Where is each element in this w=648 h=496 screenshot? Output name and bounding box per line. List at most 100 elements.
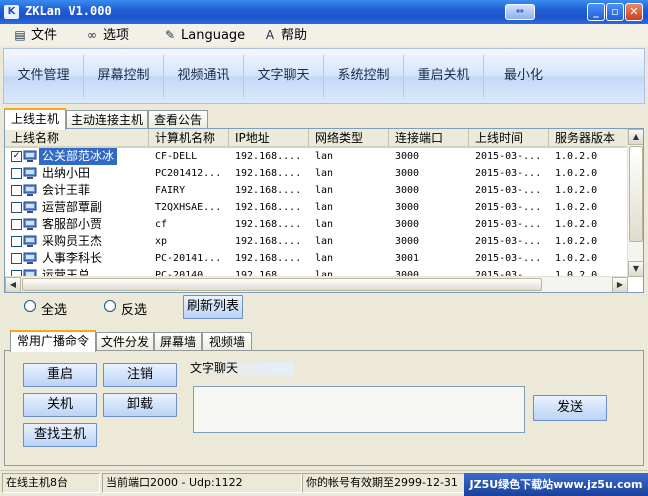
- tab-online-hosts[interactable]: 上线主机: [4, 108, 66, 130]
- close-button[interactable]: ✕: [625, 3, 643, 21]
- screen-control-button[interactable]: 屏幕控制: [84, 49, 163, 103]
- tab-announcements[interactable]: 查看公告: [148, 110, 208, 130]
- minimize-button[interactable]: _: [587, 3, 605, 21]
- scroll-right-button[interactable]: ▶: [612, 277, 628, 292]
- menu-options[interactable]: ∞ 选项: [84, 27, 129, 44]
- invert-selection-radio[interactable]: [104, 300, 116, 312]
- select-all-radio[interactable]: [24, 300, 36, 312]
- computer-icon: [23, 201, 37, 213]
- menu-help[interactable]: A 帮助: [262, 27, 307, 44]
- menu-file[interactable]: ▤ 文件: [12, 27, 57, 44]
- host-computer-cell: PC-20141...: [155, 253, 222, 264]
- host-time-cell: 2015-03-...: [475, 253, 542, 264]
- host-net-cell: lan: [315, 168, 334, 179]
- host-net-cell: lan: [315, 151, 334, 162]
- row-checkbox[interactable]: [11, 236, 22, 247]
- restart-button[interactable]: 重启: [23, 363, 97, 387]
- host-computer-cell: cf: [155, 219, 168, 230]
- host-net-cell: lan: [315, 185, 334, 196]
- system-control-button[interactable]: 系统控制: [324, 49, 403, 103]
- app-logo-icon: K: [4, 5, 19, 19]
- app-window: K ZKLan V1.000 ⇔ _ ▫ ✕ ▤ 文件 ∞ 选项 ✎ Language…: [0, 0, 648, 496]
- send-button[interactable]: 发送: [533, 395, 607, 421]
- table-row[interactable]: 运营部覃副 T2QXHSAE... 192.168.... lan 3000 2015-0…: [5, 199, 629, 216]
- horizontal-scrollbar[interactable]: ◀ ▶: [5, 276, 628, 292]
- file-icon: ▤: [14, 28, 26, 42]
- host-port-cell: 3000: [395, 202, 420, 213]
- menu-bar: ▤ 文件 ∞ 选项 ✎ Language A 帮助: [0, 24, 648, 46]
- table-row[interactable]: 客服部小贾 cf 192.168.... lan 3000 2015-03-... 1.0.…: [5, 216, 629, 233]
- host-name-cell: 出纳小田: [42, 166, 91, 180]
- row-checkbox[interactable]: [11, 253, 22, 264]
- table-row[interactable]: 采购员王杰 xp 192.168.... lan 3000 2015-03-... 1.0.…: [5, 233, 629, 250]
- row-checkbox[interactable]: [11, 219, 22, 230]
- menu-file-label: 文件: [31, 28, 58, 43]
- chat-message-input[interactable]: [193, 386, 525, 433]
- host-port-cell: 3000: [395, 219, 420, 230]
- host-port-cell: 3000: [395, 151, 420, 162]
- window-title: ZKLan V1.000: [25, 4, 112, 18]
- maximize-button[interactable]: ▫: [606, 3, 624, 21]
- text-chat-button[interactable]: 文字聊天: [244, 49, 323, 103]
- language-icon: ✎: [164, 28, 176, 42]
- vertical-scroll-thumb[interactable]: [629, 146, 643, 242]
- host-list[interactable]: 上线名称 计算机名称 IP地址 网络类型 连接端口 上线时间 服务器版本 ✓ 公关…: [4, 128, 644, 293]
- shutdown-button[interactable]: 关机: [23, 393, 97, 417]
- computer-icon: [23, 167, 37, 179]
- expiry-status: 你的帐号有效期至2999-12-31: [302, 473, 466, 493]
- tab-active-connect[interactable]: 主动连接主机: [66, 110, 148, 130]
- horizontal-scroll-thumb[interactable]: [22, 278, 542, 291]
- scroll-up-button[interactable]: ▲: [628, 129, 643, 145]
- port-status: 当前端口2000 - Udp:1122: [102, 473, 302, 493]
- column-header-computer[interactable]: 计算机名称: [149, 129, 229, 148]
- logoff-button[interactable]: 注销: [103, 363, 177, 387]
- column-header-time[interactable]: 上线时间: [469, 129, 549, 148]
- host-time-cell: 2015-03-...: [475, 151, 542, 162]
- uninstall-button[interactable]: 卸载: [103, 393, 177, 417]
- table-row[interactable]: 出纳小田 PC201412... 192.168.... lan 3000 2015-03…: [5, 165, 629, 182]
- tab-screen-wall[interactable]: 屏幕墙: [154, 332, 202, 352]
- column-header-version[interactable]: 服务器版本: [549, 129, 629, 148]
- scroll-left-button[interactable]: ◀: [5, 277, 21, 292]
- host-time-cell: 2015-03-...: [475, 236, 542, 247]
- table-row[interactable]: ✓ 公关部范冰冰 CF-DELL 192.168.... lan 3000 2015-03-…: [5, 148, 629, 165]
- glasses-icon: ∞: [87, 28, 97, 42]
- minimize-app-button[interactable]: 最小化: [484, 49, 563, 103]
- host-name-cell: 客服部小贾: [42, 217, 103, 231]
- tab-video-wall[interactable]: 视频墙: [202, 332, 252, 352]
- host-net-cell: lan: [315, 219, 334, 230]
- row-checkbox[interactable]: [11, 185, 22, 196]
- tray-toggle-button[interactable]: ⇔: [505, 4, 535, 20]
- column-header-network[interactable]: 网络类型: [309, 129, 389, 148]
- restart-shutdown-button[interactable]: 重启关机: [404, 49, 483, 103]
- computer-icon: [23, 218, 37, 230]
- invert-selection-label: 反选: [121, 303, 148, 318]
- host-net-cell: lan: [315, 253, 334, 264]
- menu-language[interactable]: ✎ Language: [162, 27, 245, 44]
- vertical-scrollbar[interactable]: ▲ ▼: [627, 129, 643, 277]
- host-port-cell: 3001: [395, 253, 420, 264]
- find-host-button[interactable]: 查找主机: [23, 423, 97, 447]
- host-computer-cell: CF-DELL: [155, 151, 198, 162]
- tab-file-distribution[interactable]: 文件分发: [96, 332, 154, 352]
- host-ip-cell: 192.168....: [235, 168, 302, 179]
- scroll-down-button[interactable]: ▼: [628, 261, 643, 277]
- tab-broadcast-commands[interactable]: 常用广播命令: [10, 330, 96, 352]
- host-ip-cell: 192.168....: [235, 236, 302, 247]
- host-port-cell: 3000: [395, 236, 420, 247]
- table-row[interactable]: 人事李科长 PC-20141... 192.168.... lan 3001 2015-0…: [5, 250, 629, 267]
- refresh-list-button[interactable]: 刷新列表: [183, 295, 243, 319]
- row-checkbox[interactable]: [11, 168, 22, 179]
- row-checkbox[interactable]: ✓: [11, 151, 22, 162]
- row-checkbox[interactable]: [11, 202, 22, 213]
- column-header-port[interactable]: 连接端口: [389, 129, 469, 148]
- column-header-name[interactable]: 上线名称: [5, 129, 149, 148]
- host-name-cell: 公关部范冰冰: [39, 148, 118, 165]
- table-row[interactable]: 会计王菲 FAIRY 192.168.... lan 3000 2015-03-... 1.…: [5, 182, 629, 199]
- host-version-cell: 1.0.2.0: [555, 219, 598, 230]
- host-name-cell: 人事李科长: [42, 251, 103, 265]
- column-header-ip[interactable]: IP地址: [229, 129, 309, 148]
- title-bar[interactable]: K ZKLan V1.000 ⇔ _ ▫ ✕: [0, 0, 648, 24]
- video-call-button[interactable]: 视频通讯: [164, 49, 243, 103]
- file-manager-button[interactable]: 文件管理: [4, 49, 83, 103]
